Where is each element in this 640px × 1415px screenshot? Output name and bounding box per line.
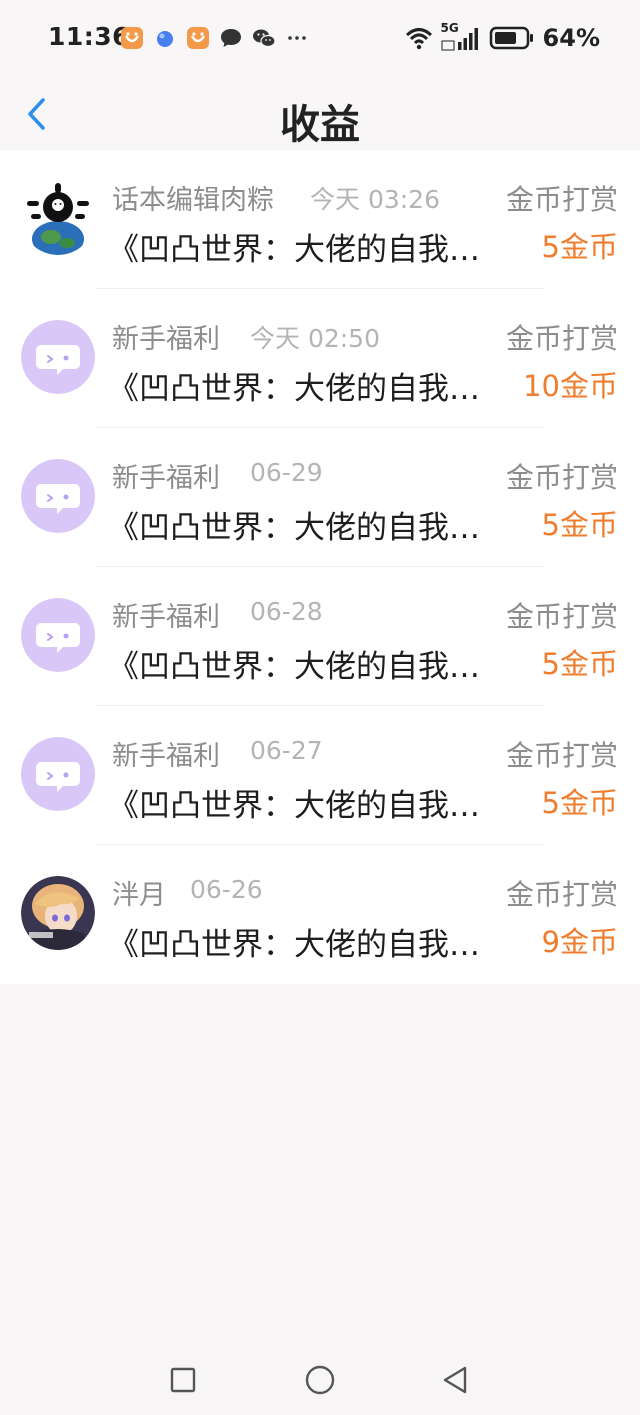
list-item[interactable]: 话本编辑肉粽 今天 03:26 金币打赏 《凹凸世界：大佬的自我救赎》 5金币 [0,150,640,289]
welfare-bubble-avatar[interactable] [21,737,95,811]
coin-amount: 5金币 [541,230,618,264]
sender-name: 新手福利 [112,324,220,355]
more-dots-icon [288,36,306,40]
cellular-signal-icon: 5G [441,21,481,52]
home-circle-icon [305,1365,335,1395]
sender-name: 新手福利 [112,463,220,494]
coin-amount: 5金币 [541,786,618,820]
coin-amount: 5金币 [541,647,618,681]
record-type: 金币打赏 [505,739,618,772]
anime-user-avatar[interactable] [21,876,95,950]
orange-app-icon [187,27,209,49]
signal-bars-icon [441,28,478,51]
system-nav-bar [0,1345,640,1415]
record-time: 06-29 [250,458,323,487]
chat-bubble-icon [221,29,241,47]
sender-name: 新手福利 [112,602,220,633]
work-title: 《凹凸世界：大佬的自我救赎》 [108,927,503,963]
record-type: 金币打赏 [505,461,618,494]
home-button[interactable] [302,1362,338,1398]
status-time: 11:36 [48,22,131,51]
record-time: 06-26 [190,875,263,904]
coin-amount: 10金币 [523,369,618,403]
battery-percent: 64% [542,24,600,52]
status-bar: 11:36 5G 64% [0,0,640,78]
work-title: 《凹凸世界：大佬的自我救赎》 [108,649,503,685]
record-time: 今天 03:26 [310,185,440,214]
work-title: 《凹凸世界：大佬的自我救赎》 [108,232,503,268]
orange-app-icon [121,27,143,49]
list-item[interactable]: 新手福利 06-29 金币打赏 《凹凸世界：大佬的自我救赎》 5金币 [0,428,640,567]
record-type: 金币打赏 [505,878,618,911]
record-type: 金币打赏 [505,600,618,633]
notification-icons [120,26,309,50]
page-header: 收益 [0,78,640,150]
back-triangle-icon [443,1366,467,1394]
wechat-icon [253,29,276,48]
record-time: 06-28 [250,597,323,626]
list-item[interactable]: 泮月 06-26 金币打赏 《凹凸世界：大佬的自我救赎》 9金币 [0,845,640,984]
coin-amount: 9金币 [541,925,618,959]
list-item[interactable]: 新手福利 06-27 金币打赏 《凹凸世界：大佬的自我救赎》 5金币 [0,706,640,845]
record-time: 今天 02:50 [250,324,380,353]
page-title: 收益 [280,102,360,148]
earnings-list: 话本编辑肉粽 今天 03:26 金币打赏 《凹凸世界：大佬的自我救赎》 5金币 … [0,150,640,984]
record-type: 金币打赏 [505,183,618,216]
system-indicators: 5G 64% [405,21,600,52]
work-title: 《凹凸世界：大佬的自我救赎》 [108,371,503,407]
record-type: 金币打赏 [505,322,618,355]
battery-icon [489,26,533,50]
work-title: 《凹凸世界：大佬的自我救赎》 [108,788,503,824]
editor-avatar[interactable] [21,181,95,255]
welfare-bubble-avatar[interactable] [21,320,95,394]
nav-back-button[interactable] [437,1362,473,1398]
wifi-icon [405,28,432,50]
sender-name: 泮月 [112,880,166,911]
sender-name: 话本编辑肉粽 [112,185,274,216]
list-item[interactable]: 新手福利 06-28 金币打赏 《凹凸世界：大佬的自我救赎》 5金币 [0,567,640,706]
welfare-bubble-avatar[interactable] [21,459,95,533]
work-title: 《凹凸世界：大佬的自我救赎》 [108,510,503,546]
recents-square-icon [170,1367,196,1393]
recents-button[interactable] [165,1362,201,1398]
sender-name: 新手福利 [112,741,220,772]
blue-orb-app-icon [157,31,173,47]
welfare-bubble-avatar[interactable] [21,598,95,672]
coin-amount: 5金币 [541,508,618,542]
list-item[interactable]: 新手福利 今天 02:50 金币打赏 《凹凸世界：大佬的自我救赎》 10金币 [0,289,640,428]
record-time: 06-27 [250,736,323,765]
